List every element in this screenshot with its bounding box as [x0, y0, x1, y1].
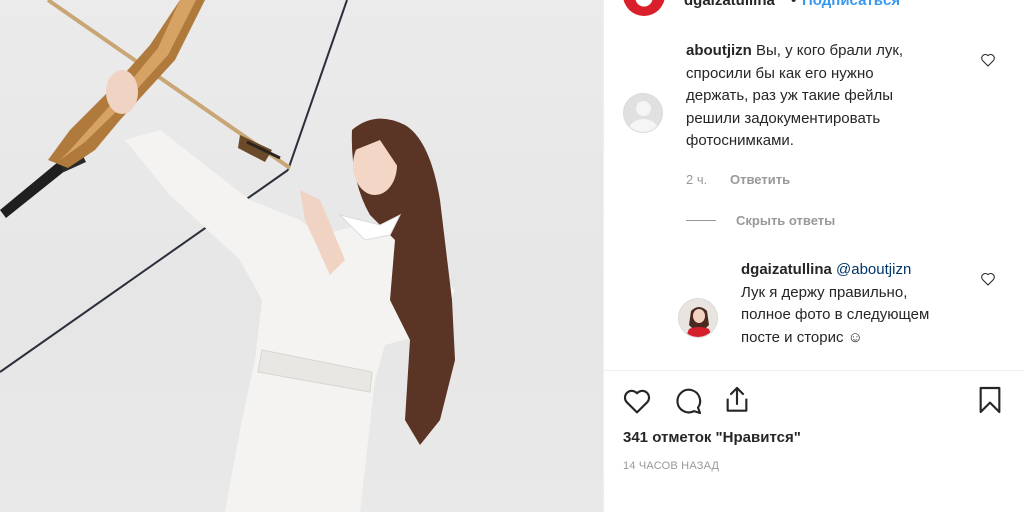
- reply-button[interactable]: Ответить: [730, 172, 790, 187]
- avatar-portrait: [679, 299, 717, 337]
- reply-mention[interactable]: @aboutjizn: [836, 261, 911, 278]
- post-header: dgaizatullina • Подписаться: [604, 0, 1024, 16]
- post-photo-illustration: [0, 0, 455, 512]
- reply-text-line: полное фото в следующем: [741, 306, 930, 323]
- reply-text-line: Лук я держу правильно,: [741, 283, 908, 301]
- comment-like-heart-icon[interactable]: [980, 52, 996, 68]
- reply-author-avatar[interactable]: [678, 298, 718, 338]
- likes-count[interactable]: 341 отметок "Нравится": [623, 429, 801, 446]
- comment-text-line: держать, раз уж такие фейлы: [686, 87, 894, 104]
- heart-icon[interactable]: [621, 385, 653, 417]
- reply-text-line: посте и сторис ☺: [741, 328, 863, 346]
- post-timestamp[interactable]: 14 часов назад: [623, 460, 719, 472]
- post-side-panel: dgaizatullina • Подписаться aboutjizn Вы…: [604, 0, 1024, 512]
- post-photo[interactable]: [0, 0, 603, 512]
- comment-text-line: спросили бы как его нужно: [686, 64, 874, 82]
- post-actions-bar: [604, 370, 1024, 430]
- hide-replies-button[interactable]: Скрыть ответы: [736, 213, 835, 228]
- comment: aboutjizn Вы, у кого брали лук, спросили…: [686, 40, 986, 153]
- comment-text-line: фотоснимками.: [686, 132, 794, 149]
- reply-username[interactable]: dgaizatullina: [741, 261, 832, 278]
- header-separator: •: [791, 0, 797, 9]
- follow-button[interactable]: Подписаться: [802, 0, 900, 9]
- comment-username[interactable]: aboutjizn: [686, 42, 752, 59]
- commenter-avatar[interactable]: [623, 93, 663, 133]
- reply-like-heart-icon[interactable]: [980, 271, 996, 287]
- author-avatar[interactable]: [623, 0, 665, 16]
- bookmark-icon[interactable]: [974, 384, 1006, 416]
- replies-line: [686, 220, 716, 221]
- comment-bubble-icon[interactable]: [672, 385, 704, 417]
- comment-text-line: решили задокументировать: [686, 109, 881, 127]
- reply-comment: dgaizatullina @aboutjizn Лук я держу пра…: [741, 259, 981, 349]
- comment-text-line: Вы, у кого брали лук,: [756, 42, 904, 59]
- comment-age: 2 ч.: [686, 172, 708, 187]
- author-username[interactable]: dgaizatullina: [684, 0, 775, 9]
- share-icon[interactable]: [721, 384, 753, 416]
